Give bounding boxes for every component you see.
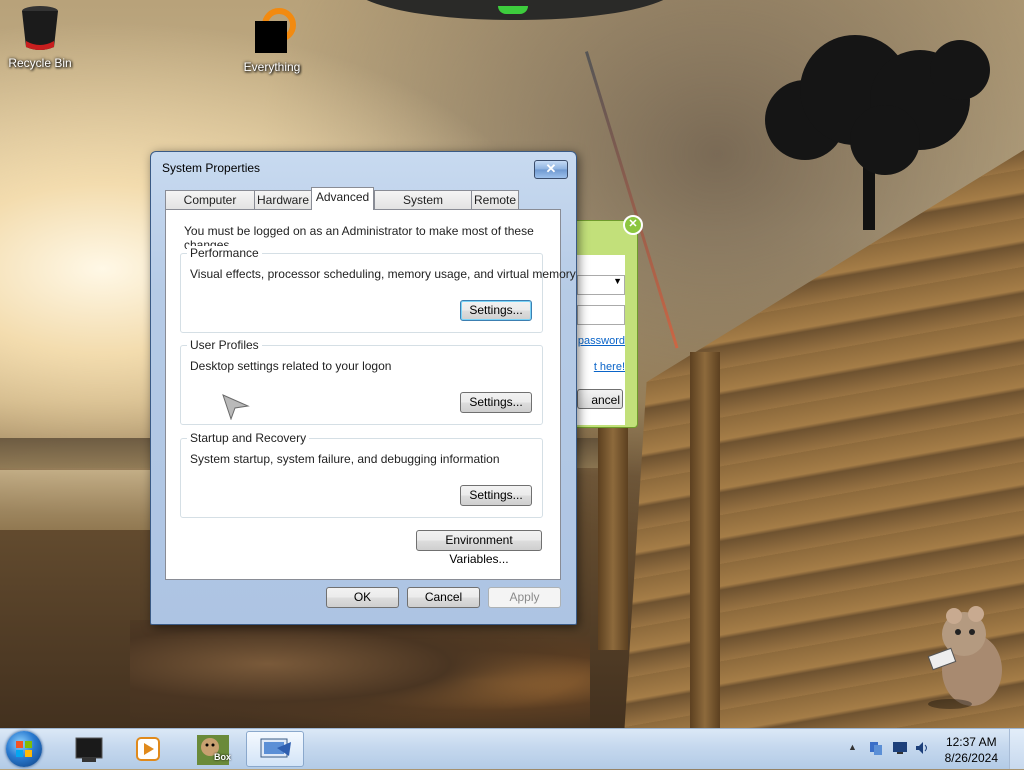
desktop-icon-label: Recycle Bin — [8, 56, 72, 70]
performance-settings-button[interactable]: Settings... — [460, 300, 532, 321]
everything-search-icon — [255, 8, 296, 53]
group-description: Desktop settings related to your logon — [190, 359, 392, 373]
tab-system-protection[interactable]: System Protection — [374, 190, 472, 225]
apply-button[interactable]: Apply — [488, 587, 561, 608]
performance-group: Performance Visual effects, processor sc… — [180, 246, 576, 333]
clock-date: 8/26/2024 — [944, 751, 998, 765]
group-label: Startup and Recovery — [187, 431, 310, 445]
cancel-button[interactable]: Cancel — [407, 587, 480, 608]
group-description: System startup, system failure, and debu… — [190, 452, 500, 466]
taskbar-item-media-player[interactable] — [122, 731, 172, 767]
show-desktop-button[interactable] — [1009, 729, 1024, 769]
network-icon[interactable] — [868, 740, 884, 756]
close-button[interactable]: ✕ — [534, 160, 568, 179]
recycle-bin-icon — [22, 6, 58, 50]
startup-recovery-group: Startup and Recovery System startup, sys… — [180, 431, 543, 518]
cancel-button[interactable]: ancel — [577, 389, 623, 409]
clock-time: 12:37 AM — [945, 735, 997, 749]
wallpaper-fence-post — [690, 352, 720, 728]
desktop-icon-recycle-bin[interactable]: Recycle Bin — [0, 5, 80, 70]
tab-computer-name[interactable]: Computer Name — [165, 190, 255, 225]
windows-start-icon — [16, 741, 32, 757]
taskbar: Box ▲ 12:37 AM 8/26/2024 — [0, 728, 1024, 769]
media-player-icon — [136, 737, 160, 761]
desktop-icon-label: Everything — [243, 60, 301, 74]
startup-recovery-settings-button[interactable]: Settings... — [460, 485, 532, 506]
tab-hardware[interactable]: Hardware — [254, 190, 312, 209]
taskbar-item-hamster-box[interactable]: Box — [188, 731, 238, 767]
hamster-mascot-icon — [927, 606, 1002, 709]
register-link[interactable]: t here! — [577, 361, 625, 373]
forgot-password-link[interactable]: password — [577, 335, 625, 347]
dock-indicator — [498, 6, 528, 14]
group-label: Performance — [187, 246, 262, 260]
environment-variables-button[interactable]: Environment Variables... — [416, 530, 542, 566]
taskbar-item-monitor-app[interactable] — [64, 731, 114, 767]
ok-button[interactable]: OK — [326, 587, 399, 608]
start-button[interactable] — [6, 731, 42, 767]
desktop-icon-everything[interactable]: Everything — [232, 7, 312, 74]
wallpaper-fence-post — [598, 420, 628, 650]
taskbar-item-label: Box — [214, 752, 232, 762]
tab-remote[interactable]: Remote — [471, 190, 519, 209]
volume-icon[interactable] — [914, 740, 930, 756]
mouse-cursor-icon — [222, 394, 250, 420]
system-properties-icon — [260, 738, 291, 758]
display-monitor-icon[interactable] — [892, 741, 908, 755]
close-icon[interactable]: ✕ — [623, 215, 643, 235]
password-field[interactable] — [577, 305, 625, 325]
wallpaper-tree — [765, 35, 990, 230]
top-dock — [350, 0, 680, 20]
user-profiles-settings-button[interactable]: Settings... — [460, 392, 532, 413]
login-dropdown[interactable]: ▼ — [577, 275, 625, 295]
dialog-title: System Properties — [162, 161, 261, 175]
wallpaper-rocks — [130, 620, 590, 730]
monitor-app-icon — [75, 737, 103, 762]
close-icon: ✕ — [545, 161, 557, 176]
show-hidden-icons-chevron[interactable]: ▲ — [848, 742, 857, 752]
tab-advanced[interactable]: Advanced — [311, 187, 374, 210]
taskbar-item-system-properties[interactable] — [246, 731, 304, 767]
clock[interactable]: 12:37 AM 8/26/2024 — [945, 734, 998, 766]
system-tray: ▲ 12:37 AM 8/26/2024 — [844, 729, 1024, 769]
group-label: User Profiles — [187, 338, 262, 352]
chevron-down-icon: ▼ — [613, 276, 622, 286]
system-properties-dialog: System Properties ✕ Computer Name Hardwa… — [150, 151, 577, 625]
group-description: Visual effects, processor scheduling, me… — [190, 267, 576, 281]
